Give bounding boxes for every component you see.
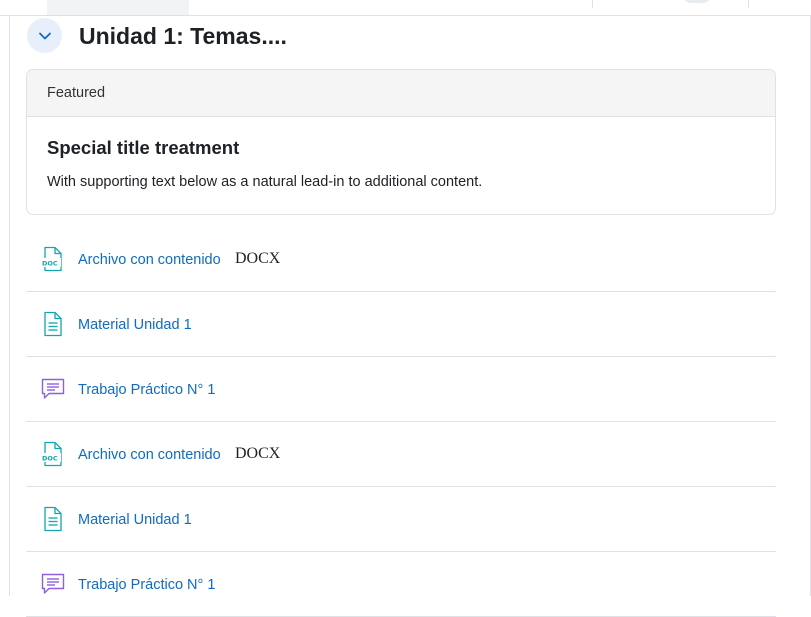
activity-link[interactable]: Material Unidad 1 <box>78 316 192 334</box>
docx-file-icon: DOC <box>41 246 62 272</box>
activity-item: DOC Archivo con contenido DOCX <box>26 422 776 487</box>
activity-item: Material Unidad 1 <box>26 487 776 552</box>
file-type-badge: DOCX <box>235 250 281 267</box>
navbar-divider <box>592 0 593 8</box>
section-header: Unidad 1: Temas.... <box>27 18 787 56</box>
activity-item: Material Unidad 1 <box>26 292 776 357</box>
activity-item: Trabajo Práctico N° 1 <box>26 357 776 422</box>
svg-text:DOC: DOC <box>42 455 58 463</box>
featured-card: Featured Special title treatment With su… <box>26 69 776 215</box>
course-content: Unidad 1: Temas.... Featured Special tit… <box>9 16 811 617</box>
card-body: Special title treatment With supporting … <box>27 117 775 191</box>
page-icon <box>44 311 62 337</box>
file-type-badge: DOCX <box>235 445 281 462</box>
page-icon <box>44 506 62 532</box>
activity-link[interactable]: Archivo con contenido <box>78 446 221 464</box>
activity-item: DOC Archivo con contenido DOCX <box>26 227 776 292</box>
section-collapse-button[interactable] <box>27 18 62 53</box>
activity-link[interactable]: Material Unidad 1 <box>78 511 192 529</box>
activity-link[interactable]: Trabajo Práctico N° 1 <box>78 576 215 594</box>
docx-file-icon: DOC <box>41 441 62 467</box>
forum-icon <box>41 378 65 399</box>
top-navbar <box>0 0 811 16</box>
forum-icon <box>41 573 65 594</box>
card-text: With supporting text below as a natural … <box>47 174 483 190</box>
activity-link[interactable]: Archivo con contenido <box>78 251 221 269</box>
avatar[interactable] <box>684 0 710 3</box>
section-title[interactable]: Unidad 1: Temas.... <box>79 21 287 51</box>
activity-link[interactable]: Trabajo Práctico N° 1 <box>78 381 215 399</box>
activity-list: DOC Archivo con contenido DOCX Material … <box>26 227 776 617</box>
navbar-divider <box>748 0 749 8</box>
svg-text:DOC: DOC <box>42 260 58 268</box>
chevron-down-icon <box>38 32 51 39</box>
card-title: Special title treatment <box>47 137 240 158</box>
activity-item: Trabajo Práctico N° 1 <box>26 552 776 617</box>
card-header: Featured <box>27 70 775 117</box>
nav-tab[interactable] <box>47 0 189 15</box>
